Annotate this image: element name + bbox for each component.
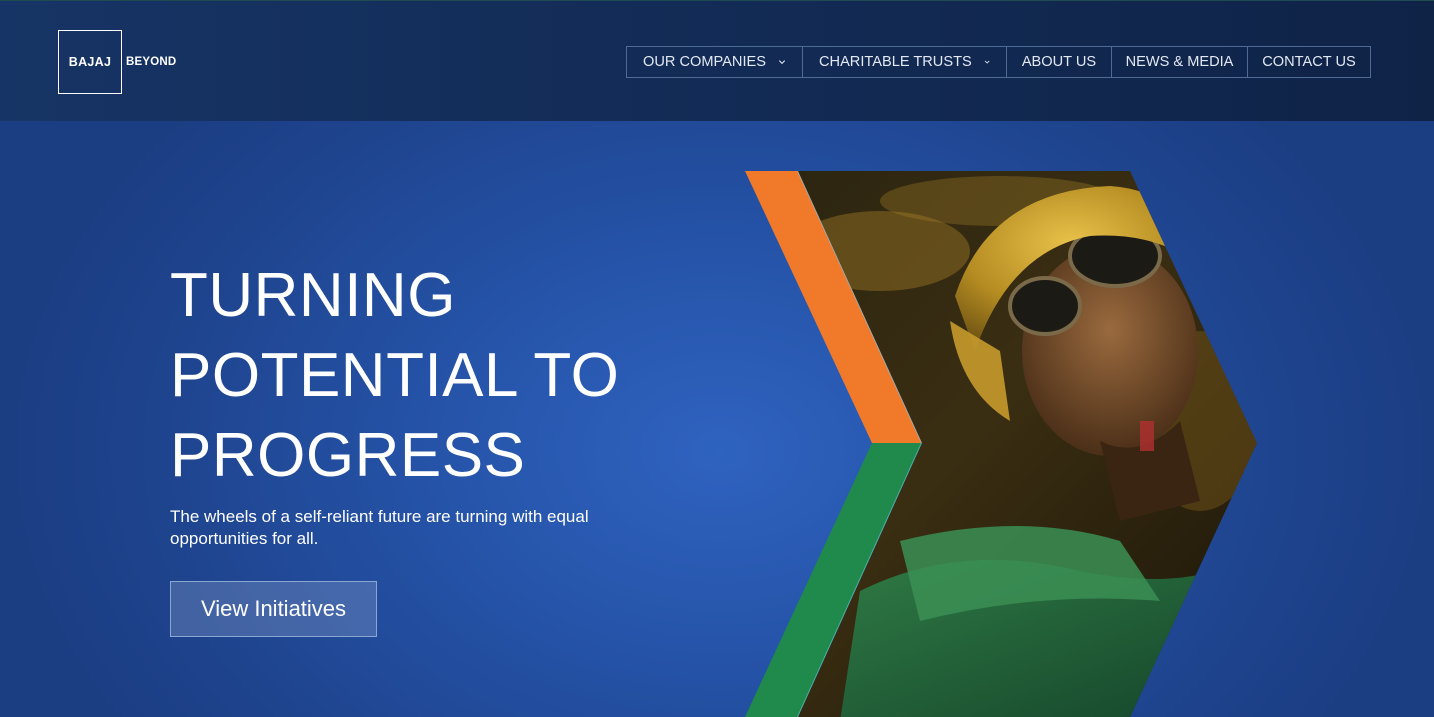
logo-box: BAJAJ (58, 30, 122, 94)
hero-subtext: The wheels of a self-reliant future are … (170, 507, 589, 548)
nav-our-companies[interactable]: OUR COMPANIES (627, 47, 802, 77)
logo-brand-text: BAJAJ (68, 55, 112, 69)
main-nav: OUR COMPANIES CHARITABLE TRUSTS ABOUT US… (626, 46, 1371, 78)
site-header: BAJAJ BEYOND OUR COMPANIES CHARITABLE TR… (0, 0, 1434, 121)
nav-item-label: ABOUT US (1021, 54, 1097, 70)
nav-charitable-trusts[interactable]: CHARITABLE TRUSTS (802, 47, 1006, 77)
headline-line: TURNING (170, 261, 456, 330)
chevron-down-icon (984, 60, 990, 64)
hero-section: TURNING POTENTIAL TO PROGRESS The wheels… (0, 121, 1434, 717)
nav-about-us[interactable]: ABOUT US (1006, 47, 1111, 77)
chevron-down-icon (778, 60, 786, 65)
brand-logo[interactable]: BAJAJ BEYOND (58, 30, 176, 94)
nav-item-label: CHARITABLE TRUSTS (819, 54, 972, 70)
headline-line: PROGRESS (170, 421, 526, 490)
nav-news-media[interactable]: NEWS & MEDIA (1111, 47, 1247, 77)
nav-contact-us[interactable]: CONTACT US (1247, 47, 1370, 77)
hero-headline: TURNING POTENTIAL TO PROGRESS (170, 256, 619, 496)
nav-item-label: OUR COMPANIES (643, 54, 766, 70)
nav-item-label: NEWS & MEDIA (1125, 54, 1234, 70)
nav-item-label: CONTACT US (1262, 54, 1356, 70)
view-initiatives-button[interactable]: View Initiatives (170, 581, 377, 637)
logo-tagline: BEYOND (126, 56, 177, 68)
headline-line: POTENTIAL TO (170, 341, 620, 410)
